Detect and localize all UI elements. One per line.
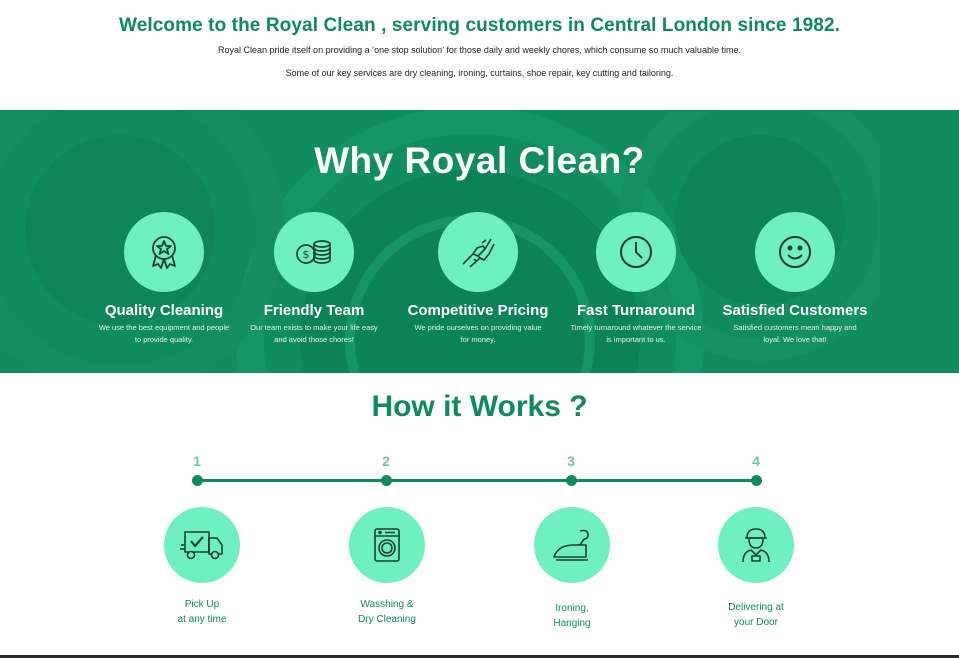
feature-description: Timely turnaround whatever the service i… (570, 323, 702, 344)
handshake-icon (462, 238, 495, 268)
step-label-line2: at any time (177, 614, 227, 625)
why-royal-clean-section: Why Royal Clean? Quality Cleaning We use… (0, 110, 959, 373)
feature-description: Our team exists to make your life easy a… (250, 323, 378, 344)
step-label-line2: your Door (734, 617, 778, 628)
step-label-line2: Dry Cleaning (358, 614, 416, 625)
welcome-section: Welcome to the Royal Clean , serving cus… (0, 0, 959, 110)
feature-description: We use the best equipment and people to … (98, 323, 230, 344)
step-number: 2 (382, 453, 390, 469)
feature-title: Fast Turnaround (576, 302, 696, 319)
feature-icon-circle (755, 212, 835, 292)
step-label-line1: Delivering at (728, 602, 784, 613)
coins-icon: $ (296, 240, 331, 264)
timeline-dot (192, 475, 203, 486)
step-number: 4 (752, 453, 760, 469)
feature-icon-circle: $ (274, 212, 354, 292)
delivery-person-icon (742, 528, 770, 563)
step-label-line1: Pick Up (184, 599, 220, 610)
timeline-dot (751, 475, 762, 486)
feature-title: Competitive Pricing (407, 302, 549, 319)
step-label: Wasshing & Dry Cleaning (322, 597, 452, 627)
feature-title: Quality Cleaning (104, 302, 224, 319)
washing-machine-icon (374, 528, 400, 562)
feature-description: Satisfied customers mean happy and loyal… (733, 323, 857, 344)
welcome-services-text: Some of our key services are dry cleanin… (285, 68, 674, 78)
welcome-title: Welcome to the Royal Clean , serving cus… (119, 15, 840, 36)
svg-text:$: $ (303, 248, 310, 261)
feature-title: Satisfied Customers (722, 302, 868, 319)
step-icon-circle (718, 507, 794, 583)
step-label: Delivering at your Door (691, 600, 821, 630)
feature-competitive-pricing: Competitive Pricing We pride ourselves o… (393, 212, 563, 346)
award-icon (152, 236, 176, 269)
iron-icon (553, 529, 589, 561)
how-heading: How it Works ? (371, 390, 588, 423)
why-heading: Why Royal Clean? (314, 140, 645, 181)
step-label: Pick Up at any time (137, 597, 267, 627)
step-number: 1 (193, 453, 201, 469)
step-label-line1: Wasshing & (360, 599, 414, 610)
timeline-dot (566, 475, 577, 486)
delivery-truck-icon (180, 531, 223, 560)
step-label-line2: Hanging (553, 618, 591, 629)
step-number: 3 (567, 453, 575, 469)
feature-quality-cleaning: Quality Cleaning We use the best equipme… (79, 212, 249, 346)
step-label: Ironing, Hanging (507, 601, 637, 631)
how-it-works-section: How it Works ? 1 2 3 4 Pick Up at any ti… (0, 373, 959, 658)
step-label-line1: Ironing, (555, 603, 589, 614)
feature-icon-circle (438, 212, 518, 292)
clock-icon (620, 236, 652, 268)
feature-satisfied-customers: Satisfied Customers Satisfied customers … (710, 212, 880, 346)
timeline-dot (381, 475, 392, 486)
feature-description: We pride ourselves on providing value fo… (414, 323, 542, 344)
feature-fast-turnaround: Fast Turnaround Timely turnaround whatev… (551, 212, 721, 346)
feature-friendly-team: $ Friendly Team Our team exists to make … (229, 212, 399, 346)
welcome-intro-text: Royal Clean pride itself on providing a … (218, 45, 741, 55)
feature-icon-circle (124, 212, 204, 292)
timeline-line (197, 479, 756, 482)
feature-title: Friendly Team (263, 302, 365, 319)
step-icon-circle (349, 507, 425, 583)
step-icon-circle (534, 507, 610, 583)
feature-icon-circle (596, 212, 676, 292)
step-icon-circle (164, 507, 240, 583)
smiley-icon (779, 236, 811, 268)
